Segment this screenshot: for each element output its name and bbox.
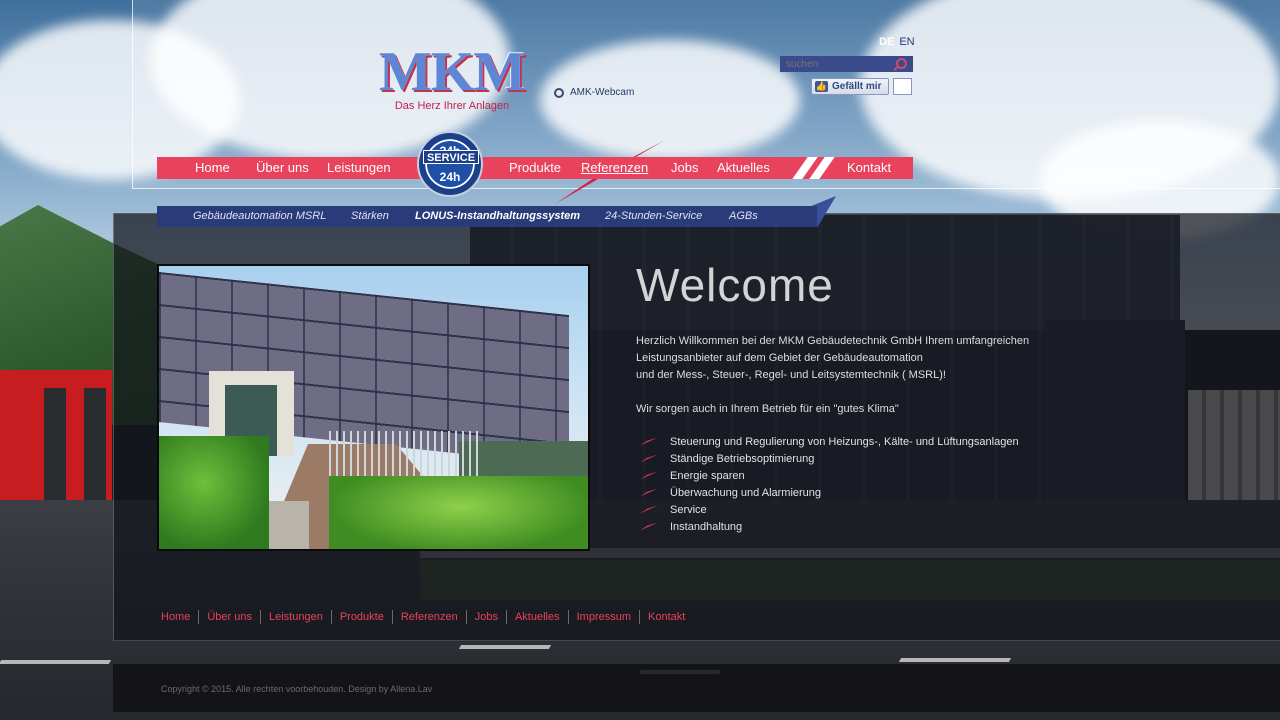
webcam-label: AMK-Webcam	[570, 87, 635, 98]
red-swoosh-bullet-icon	[640, 437, 658, 446]
red-swoosh-bullet-icon	[640, 454, 658, 463]
feature-item: Ständige Betriebsoptimierung	[640, 450, 1019, 467]
footer-link-referenzen[interactable]: Referenzen	[391, 610, 466, 624]
badge-bottom-text: 24h	[439, 170, 461, 184]
building-photo	[157, 264, 590, 551]
feature-text: Energie sparen	[670, 469, 745, 482]
red-swoosh-bullet-icon	[640, 471, 658, 480]
red-swoosh-bullet-icon	[640, 488, 658, 497]
feature-item: Energie sparen	[640, 467, 1019, 484]
red-swoosh-bullet-icon	[640, 522, 658, 531]
intro-line: Leistungsanbieter auf dem Gebiet der Geb…	[636, 352, 923, 364]
photo-plants	[329, 476, 588, 549]
lane-marking	[458, 645, 552, 649]
photo-bush	[159, 436, 269, 549]
feature-text: Ständige Betriebsoptimierung	[670, 452, 815, 465]
red-building-window	[44, 388, 66, 508]
feature-text: Service	[670, 503, 707, 516]
feature-item: Instandhaltung	[640, 518, 1019, 535]
like-count-box	[893, 78, 912, 95]
feature-text: Instandhaltung	[670, 520, 743, 533]
footer-link-produkte[interactable]: Produkte	[330, 610, 392, 624]
subnav-24-stunden-service[interactable]: 24-Stunden-Service	[605, 210, 702, 222]
lane-marking	[0, 660, 112, 664]
sub-nav: Gebäudeautomation MSRL Stärken LONUS-Ins…	[157, 206, 817, 227]
subnav-lonus[interactable]: LONUS-Instandhaltungssystem	[415, 210, 580, 222]
nav-kontakt[interactable]: Kontakt	[847, 160, 891, 175]
footer-nav: Home Über uns Leistungen Produkte Refere…	[161, 610, 693, 624]
like-label: Gefällt mir	[832, 81, 882, 92]
nav-jobs[interactable]: Jobs	[671, 160, 698, 175]
lang-en[interactable]: EN	[899, 36, 914, 48]
feature-item: Service	[640, 501, 1019, 518]
intro-text: Herzlich Willkommen bei der MKM Gebäudet…	[636, 333, 1056, 418]
language-switcher: DE EN	[879, 36, 915, 48]
intro-line: und der Mess-, Steuer-, Regel- und Leits…	[636, 369, 946, 381]
subnav-gebaeudeautomation[interactable]: Gebäudeautomation MSRL	[193, 210, 326, 222]
climate-line: Wir sorgen auch in Ihrem Betrieb für ein…	[636, 403, 899, 415]
red-swoosh-bullet-icon	[640, 505, 658, 514]
footer-link-impressum[interactable]: Impressum	[567, 610, 639, 624]
nav-aktuelles[interactable]: Aktuelles	[717, 160, 770, 175]
feature-list: Steuerung und Regulierung von Heizungs-,…	[640, 433, 1019, 535]
nav-leistungen[interactable]: Leistungen	[327, 160, 391, 175]
footer-link-ueber-uns[interactable]: Über uns	[198, 610, 260, 624]
logo[interactable]: MKM Das Herz Ihrer Anlagen	[372, 41, 532, 112]
footer-link-jobs[interactable]: Jobs	[465, 610, 506, 624]
page-title: Welcome	[636, 259, 834, 311]
footer-link-aktuelles[interactable]: Aktuelles	[505, 610, 568, 624]
radio-circle-icon	[554, 87, 564, 98]
subnav-agbs[interactable]: AGBs	[729, 210, 758, 222]
footer-link-home[interactable]: Home	[161, 610, 198, 624]
subnav-staerken[interactable]: Stärken	[351, 210, 389, 222]
nav-produkte[interactable]: Produkte	[509, 160, 561, 175]
red-building-window	[84, 388, 106, 508]
copyright: Copyright © 2015. Alle rechten voorbehou…	[161, 684, 433, 694]
feature-item: Steuerung und Regulierung von Heizungs-,…	[640, 433, 1019, 450]
service-24h-badge[interactable]: 24h 24h SERVICE	[417, 131, 483, 197]
nav-ueber-uns[interactable]: Über uns	[256, 160, 309, 175]
webcam-link[interactable]: AMK-Webcam	[554, 87, 634, 98]
main-nav: Home Über uns Leistungen Produkte Refere…	[157, 157, 913, 179]
lang-de[interactable]: DE	[879, 36, 894, 48]
search-box	[780, 56, 913, 72]
thumbs-up-icon: 👍	[815, 81, 828, 92]
nav-home[interactable]: Home	[195, 160, 230, 175]
logo-slogan: Das Herz Ihrer Anlagen	[394, 100, 510, 112]
footer-link-leistungen[interactable]: Leistungen	[259, 610, 331, 624]
footer-link-kontakt[interactable]: Kontakt	[639, 610, 693, 624]
nav-referenzen[interactable]: Referenzen	[581, 160, 648, 175]
feature-text: Überwachung und Alarmierung	[670, 486, 822, 499]
lane-marking	[898, 658, 1012, 662]
feature-text: Steuerung und Regulierung von Heizungs-,…	[670, 435, 1019, 448]
badge-band-text: SERVICE	[423, 150, 479, 164]
red-building	[0, 370, 112, 510]
search-input[interactable]	[780, 58, 886, 70]
logo-text: MKM	[378, 41, 526, 103]
facebook-like-button[interactable]: 👍 Gefällt mir	[811, 78, 889, 95]
intro-line: Herzlich Willkommen bei der MKM Gebäudet…	[636, 335, 1030, 347]
feature-item: Überwachung und Alarmierung	[640, 484, 1019, 501]
search-icon[interactable]	[896, 58, 907, 69]
